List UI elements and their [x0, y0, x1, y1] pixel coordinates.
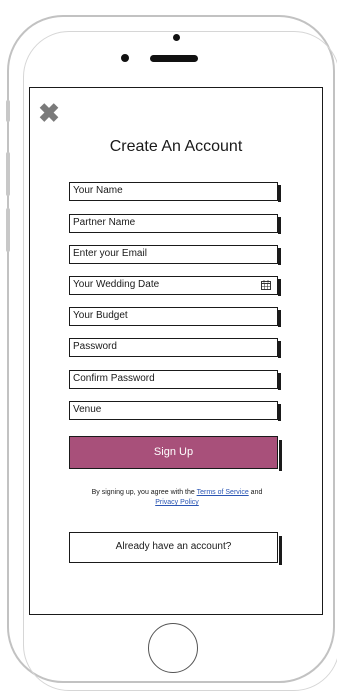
already-have-account-button[interactable]: Already have an account?	[69, 532, 282, 565]
proximity-sensor	[121, 54, 129, 62]
signup-screen: ✖ Create An Account Your Name Partner Na…	[29, 87, 323, 615]
budget-field[interactable]: Your Budget	[69, 307, 281, 327]
email-placeholder: Enter your Email	[73, 248, 147, 259]
silent-switch	[6, 100, 10, 122]
wedding-date-field[interactable]: Your Wedding Date	[69, 276, 281, 296]
privacy-policy-link[interactable]: Privacy Policy	[155, 499, 199, 506]
calendar-icon[interactable]	[261, 280, 271, 290]
your-name-field[interactable]: Your Name	[69, 182, 281, 202]
terms-notice: By signing up, you agree with the Terms …	[60, 488, 294, 508]
terms-prefix: By signing up, you agree with the	[91, 489, 195, 496]
volume-up-button	[6, 152, 10, 196]
front-camera	[173, 34, 180, 41]
confirm-password-field[interactable]: Confirm Password	[69, 370, 281, 390]
password-field[interactable]: Password	[69, 338, 281, 358]
home-button[interactable]	[148, 623, 198, 673]
volume-down-button	[6, 208, 10, 252]
venue-placeholder: Venue	[73, 404, 102, 415]
budget-placeholder: Your Budget	[73, 310, 128, 321]
confirm-password-placeholder: Confirm Password	[73, 373, 155, 384]
close-icon[interactable]: ✖	[38, 100, 60, 126]
partner-name-field[interactable]: Partner Name	[69, 214, 281, 234]
your-name-placeholder: Your Name	[73, 185, 123, 196]
terms-and: and	[250, 489, 263, 496]
venue-field[interactable]: Venue	[69, 401, 281, 421]
wedding-date-placeholder: Your Wedding Date	[73, 279, 160, 290]
sign-up-button[interactable]: Sign Up	[69, 436, 282, 471]
password-placeholder: Password	[73, 341, 117, 352]
page-title: Create An Account	[109, 138, 243, 155]
earpiece-speaker	[150, 55, 198, 62]
email-field[interactable]: Enter your Email	[69, 245, 281, 265]
partner-name-placeholder: Partner Name	[73, 217, 136, 228]
terms-of-service-link[interactable]: Terms of Service	[197, 489, 249, 496]
